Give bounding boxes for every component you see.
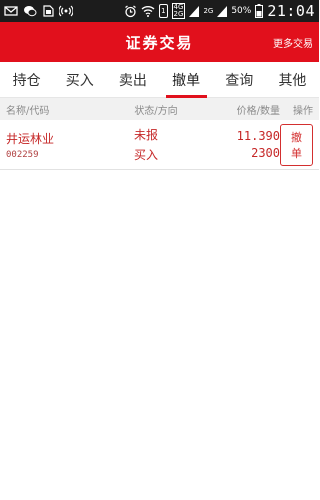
network-bottom-label: 2G: [173, 10, 184, 18]
app-header: 证券交易 更多交易: [0, 22, 319, 62]
order-quantity: 2300: [251, 146, 280, 160]
column-header-action: 操作: [293, 105, 313, 117]
stock-code: 002259: [6, 149, 39, 160]
table-row[interactable]: 井运林业 002259 未报 买入 11.390 2300 撤单: [0, 120, 319, 170]
status-direction-cell: 未报 买入: [112, 126, 200, 163]
signal-icon-2: [217, 4, 228, 18]
mail-icon: [4, 4, 18, 18]
screen: 1 4G 2G 2G 50% 21:04 证券交易 更多交易 持仓 买入 卖出: [0, 0, 319, 500]
status-right-icons: 1 4G 2G 2G 50% 21:04: [124, 2, 315, 20]
tab-query[interactable]: 查询: [213, 62, 266, 97]
network-2g-label: 2G: [203, 7, 214, 15]
name-code-cell: 井运林业 002259: [6, 130, 112, 160]
wechat-icon: [23, 4, 37, 18]
sim-card-icon: [42, 4, 54, 18]
tab-holdings[interactable]: 持仓: [0, 62, 53, 97]
broadcast-icon: [59, 4, 73, 18]
network-type-indicator: 4G 2G: [171, 3, 186, 19]
stock-name: 井运林业: [6, 131, 55, 146]
tab-cancel-order[interactable]: 撤单: [160, 62, 213, 98]
column-header-name-code: 名称/代码: [6, 105, 50, 117]
tab-buy[interactable]: 买入: [53, 62, 106, 97]
wifi-icon: [141, 4, 155, 18]
clock: 21:04: [267, 2, 315, 20]
tab-other[interactable]: 其他: [266, 62, 319, 97]
page-title: 证券交易: [125, 33, 194, 52]
price-quantity-cell: 11.390 2300: [200, 129, 280, 160]
action-cell: 撤单: [280, 123, 313, 166]
column-header-price-quantity: 价格/数量: [236, 105, 280, 117]
tab-bar: 持仓 买入 卖出 撤单 查询 其他: [0, 62, 319, 98]
column-header-status-direction: 状态/方向: [134, 105, 178, 117]
order-direction: 买入: [133, 148, 158, 162]
sim-slot-label: 1: [159, 4, 168, 18]
cancel-order-button[interactable]: 撤单: [280, 123, 313, 166]
table-header: 名称/代码 状态/方向 价格/数量 操作: [0, 98, 319, 120]
battery-percent: 50%: [231, 6, 252, 16]
order-status: 未报: [133, 128, 158, 142]
signal-icon-1: [189, 4, 200, 18]
status-bar: 1 4G 2G 2G 50% 21:04: [0, 0, 319, 22]
more-trading-link[interactable]: 更多交易: [273, 35, 313, 50]
battery-icon: [255, 4, 264, 18]
tab-sell[interactable]: 卖出: [106, 62, 159, 97]
status-left-icons: [4, 4, 73, 18]
order-price: 11.390: [236, 129, 280, 143]
alarm-icon: [124, 4, 137, 18]
